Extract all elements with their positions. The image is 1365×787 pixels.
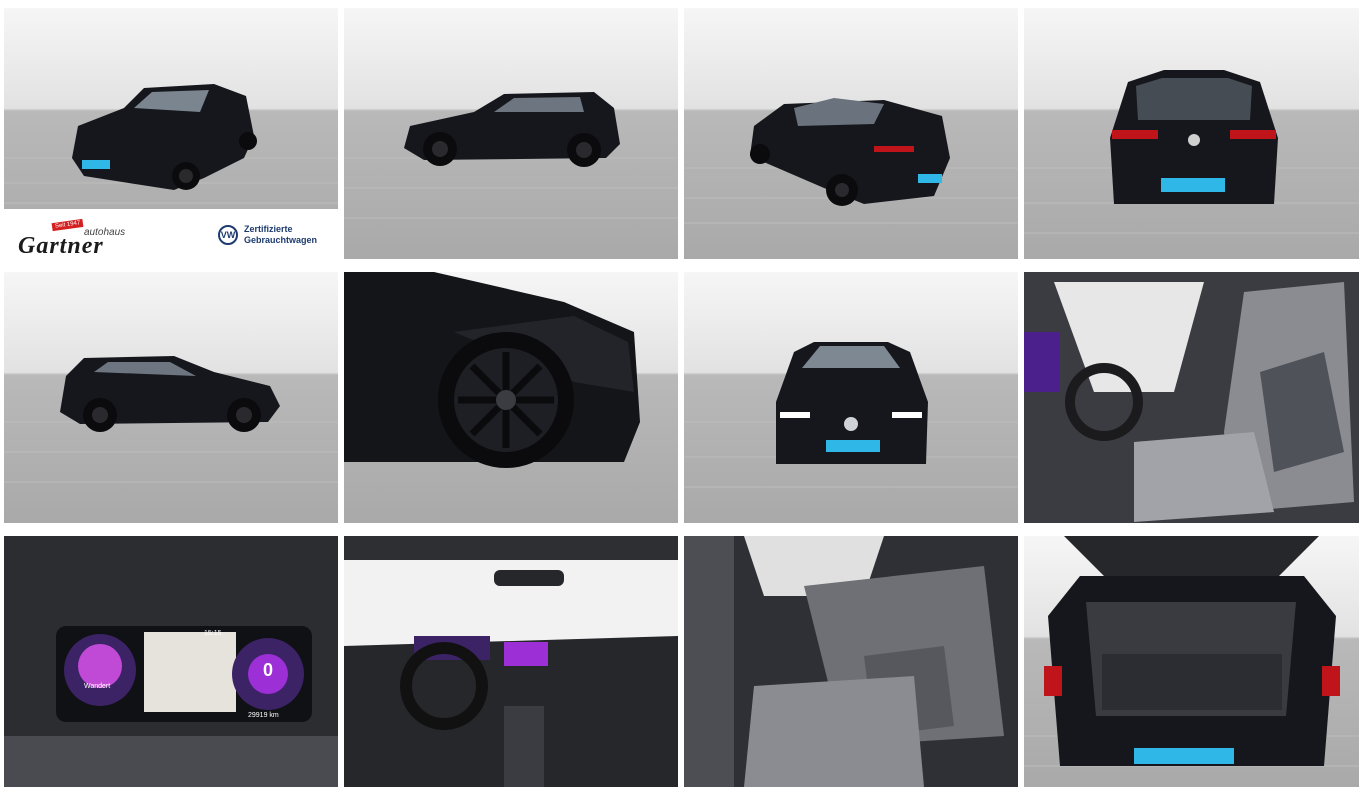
gallery-photo-trunk[interactable] bbox=[1024, 536, 1359, 787]
dealer-logo: Seit 1947 autohaus Gartner bbox=[12, 217, 152, 259]
car-rear-three-quarter-image bbox=[684, 98, 1018, 224]
certified-line-1: Zertifizierte bbox=[244, 224, 293, 234]
certified-used-cars-block: VW Zertifizierte Gebrauchtwagen bbox=[218, 223, 338, 253]
car-side-right-image bbox=[4, 356, 338, 483]
cluster-odometer: 29919 km bbox=[248, 712, 279, 719]
gallery-photo-front-seats[interactable] bbox=[1024, 272, 1359, 523]
gallery-photo-wheel[interactable] bbox=[344, 272, 678, 523]
wheel-closeup-image bbox=[344, 272, 640, 468]
gallery-photo-front-three-quarter[interactable]: Seit 1947 autohaus Gartner VW Zertifizie… bbox=[4, 8, 338, 259]
gallery-photo-rear-three-quarter[interactable] bbox=[684, 8, 1018, 259]
front-seats-image bbox=[1024, 272, 1359, 523]
dealer-badge: Seit 1947 bbox=[51, 218, 84, 232]
gallery-photo-front[interactable] bbox=[684, 272, 1018, 523]
cluster-clock: 15:15 bbox=[204, 630, 222, 637]
instrument-cluster-image bbox=[4, 536, 338, 787]
gallery-photo-cockpit[interactable] bbox=[344, 536, 678, 787]
car-side-profile-image bbox=[344, 92, 678, 219]
gallery-photo-instrument-cluster[interactable]: 0 Wandert 15:15 29919 km bbox=[4, 536, 338, 787]
certified-label: Zertifizierte Gebrauchtwagen bbox=[244, 224, 334, 246]
gallery-photo-rear-seats[interactable] bbox=[684, 536, 1018, 787]
dealer-banner: Seit 1947 autohaus Gartner VW Zertifizie… bbox=[4, 209, 338, 259]
dealer-name: Gartner bbox=[18, 233, 104, 259]
rear-seats-image bbox=[684, 536, 1018, 787]
cockpit-image bbox=[344, 536, 678, 787]
gallery-photo-side-right[interactable] bbox=[4, 272, 338, 523]
car-rear-image bbox=[1024, 70, 1359, 234]
cluster-speed-readout: 0 bbox=[262, 660, 273, 680]
car-front-image bbox=[684, 342, 1018, 488]
certified-line-2: Gebrauchtwagen bbox=[244, 235, 318, 245]
gallery-photo-side-profile[interactable] bbox=[344, 8, 678, 259]
trunk-image bbox=[1024, 536, 1359, 767]
cluster-mode-label: Wandert bbox=[84, 683, 111, 690]
gallery-photo-rear[interactable] bbox=[1024, 8, 1359, 259]
photo-gallery: Seit 1947 autohaus Gartner VW Zertifizie… bbox=[4, 8, 1359, 787]
vw-logo-icon: VW bbox=[218, 225, 238, 245]
